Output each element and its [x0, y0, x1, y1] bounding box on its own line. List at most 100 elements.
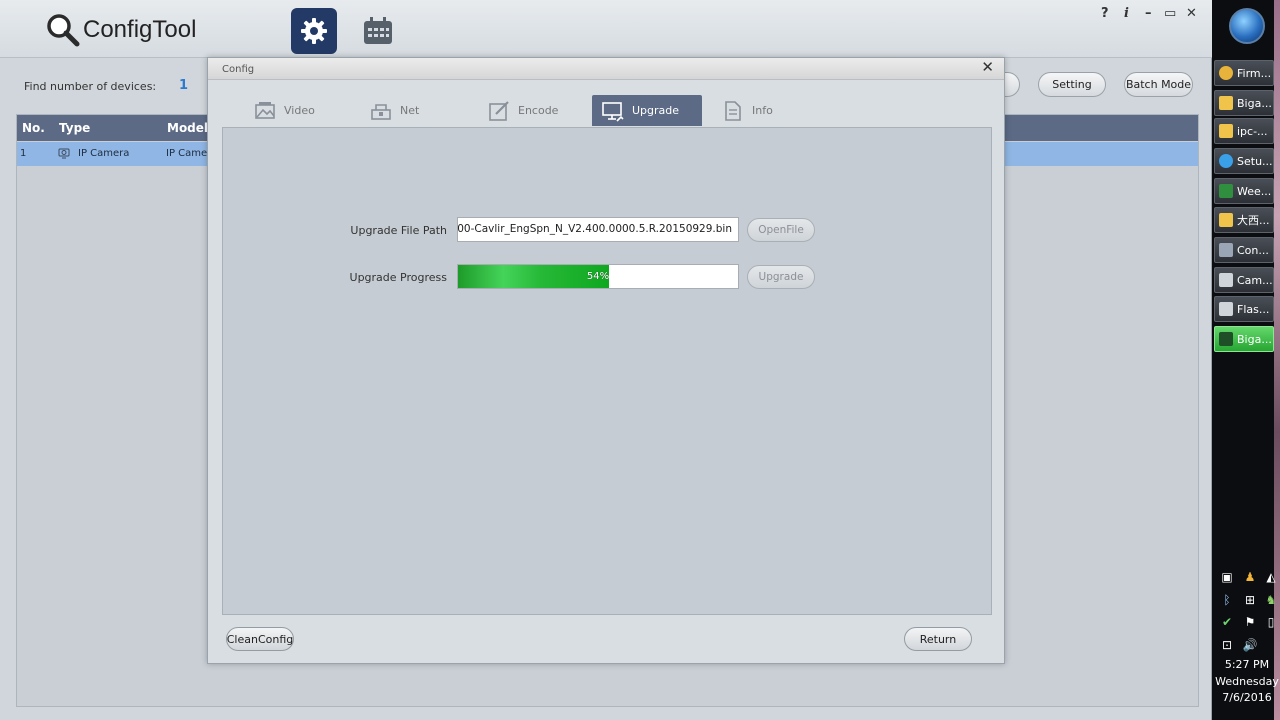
- schedule-nav-button[interactable]: [355, 8, 401, 54]
- tab-encode[interactable]: Encode: [488, 95, 598, 126]
- clock-time[interactable]: 5:27 PM: [1214, 658, 1280, 671]
- tab-info-label: Info: [752, 104, 773, 117]
- taskbar-item[interactable]: ipc-...: [1214, 118, 1274, 144]
- clock-date[interactable]: 7/6/2016: [1214, 691, 1280, 704]
- taskbar-item-label: ipc-...: [1237, 124, 1268, 138]
- taskbar-item-label: Con...: [1237, 243, 1269, 257]
- network-tray-icon[interactable]: ⊡: [1220, 638, 1234, 652]
- app-header: ConfigTool ? i – ▭ ✕: [0, 0, 1212, 58]
- calendar-icon: [364, 17, 392, 44]
- clock-day[interactable]: Wednesday: [1214, 675, 1280, 688]
- tray-window-icon[interactable]: ▣: [1220, 570, 1234, 584]
- upgrade-progress-label: Upgrade Progress: [349, 271, 447, 284]
- chrome-icon: [1219, 66, 1233, 80]
- tab-upgrade[interactable]: Upgrade: [592, 95, 702, 126]
- taskbar-item-label: Flas...: [1237, 302, 1270, 316]
- taskbar-item-label: Biga...: [1237, 96, 1272, 110]
- document-icon: [725, 100, 741, 121]
- network-icon: [371, 103, 391, 120]
- maximize-button[interactable]: ▭: [1164, 6, 1176, 21]
- excel-icon: [1219, 184, 1233, 198]
- app-title: ConfigTool: [83, 16, 197, 43]
- taskbar-item[interactable]: Biga...: [1214, 90, 1274, 116]
- taskbar-item[interactable]: Firm...: [1214, 60, 1274, 86]
- image-icon: [255, 101, 275, 119]
- taskbar-item-label: Setu...: [1237, 154, 1273, 168]
- volume-icon[interactable]: 🔊: [1243, 638, 1258, 652]
- monitor-upload-icon: [602, 101, 624, 122]
- app-logo: ConfigTool: [45, 12, 196, 48]
- windows-tray-icon[interactable]: ⊞: [1243, 593, 1257, 607]
- open-file-button[interactable]: OpenFile: [747, 218, 815, 242]
- bluetooth-icon[interactable]: ᛒ: [1220, 593, 1234, 607]
- minimize-button[interactable]: –: [1145, 6, 1152, 21]
- row-model: IP Camer: [166, 148, 212, 159]
- dialog-titlebar[interactable]: Config ✕: [208, 58, 1004, 80]
- taskbar-item[interactable]: Flas...: [1214, 296, 1274, 322]
- dialog-title: Config: [222, 64, 255, 75]
- taskbar-item[interactable]: Setu...: [1214, 148, 1274, 174]
- magnifier-logo-icon: [47, 14, 80, 47]
- taskbar-item-label: Cam...: [1237, 273, 1273, 287]
- column-header-type[interactable]: Type: [59, 121, 90, 135]
- config-dialog: Config ✕ Video Net Encode Upgrade Info U…: [207, 57, 1005, 664]
- tab-upgrade-label: Upgrade: [632, 104, 680, 117]
- camera-icon: [58, 148, 70, 159]
- folder-icon: [1219, 96, 1233, 110]
- ie-icon: [1219, 154, 1233, 168]
- tray-check-icon[interactable]: ✔: [1220, 615, 1234, 629]
- upgrade-panel: Upgrade File Path (4800-Cavlir_EngSpn_N_…: [222, 127, 992, 615]
- edit-icon: [489, 100, 509, 121]
- tray-android-icon[interactable]: ♞: [1264, 593, 1278, 607]
- taskbar-item-label: 大西...: [1237, 214, 1270, 227]
- device-count: 1: [179, 78, 189, 93]
- tab-video-label: Video: [284, 104, 315, 117]
- tray-device-icon[interactable]: ▯: [1264, 615, 1278, 629]
- upgrade-progress-bar: 54%: [457, 264, 739, 289]
- batch-mode-button[interactable]: Batch Mode: [1124, 72, 1193, 97]
- tab-encode-label: Encode: [518, 104, 559, 117]
- taskbar-item-label: Biga...: [1237, 332, 1272, 346]
- settings-nav-button[interactable]: [291, 8, 337, 54]
- info-button[interactable]: i: [1124, 6, 1129, 21]
- window-icon: [1219, 273, 1233, 287]
- upgrade-file-path-value: (4800-Cavlir_EngSpn_N_V2.400.0000.5.R.20…: [457, 223, 732, 235]
- taskbar-item[interactable]: 大西...: [1214, 207, 1274, 233]
- gear-icon: [301, 18, 327, 44]
- start-button[interactable]: [1229, 8, 1265, 44]
- tray-qq-icon[interactable]: ♟: [1243, 570, 1257, 584]
- window-icon: [1219, 302, 1233, 316]
- help-button[interactable]: ?: [1101, 6, 1109, 21]
- action-center-flag-icon[interactable]: ⚑: [1243, 615, 1257, 629]
- tray-shield-icon[interactable]: ◭: [1264, 570, 1278, 584]
- row-type: IP Camera: [78, 148, 130, 159]
- row-no: 1: [20, 148, 27, 159]
- setting-button[interactable]: Setting: [1038, 72, 1106, 97]
- tab-video[interactable]: Video: [254, 95, 364, 126]
- config-icon: [1219, 243, 1233, 257]
- upgrade-file-path-label: Upgrade File Path: [350, 224, 447, 237]
- column-header-no[interactable]: No.: [22, 121, 45, 135]
- folder-icon: [1219, 124, 1233, 138]
- column-header-model[interactable]: Model: [167, 121, 208, 135]
- progress-percent: 54%: [586, 271, 610, 282]
- tab-net-label: Net: [400, 104, 420, 117]
- upgrade-button[interactable]: Upgrade: [747, 265, 815, 289]
- app-icon: [1219, 332, 1233, 346]
- tab-net[interactable]: Net: [370, 95, 480, 126]
- dialog-close-button[interactable]: ✕: [981, 58, 994, 76]
- desktop-wallpaper-edge: [1274, 0, 1280, 720]
- taskbar-item[interactable]: Con...: [1214, 237, 1274, 263]
- taskbar-item[interactable]: Biga...: [1214, 326, 1274, 352]
- taskbar-item-label: Wee...: [1237, 184, 1272, 198]
- taskbar-item-label: Firm...: [1237, 66, 1272, 80]
- clean-config-button[interactable]: CleanConfig: [226, 627, 294, 651]
- tab-info[interactable]: Info: [722, 95, 822, 126]
- close-app-button[interactable]: ✕: [1186, 6, 1197, 21]
- folder-icon: [1219, 213, 1233, 227]
- find-devices-label: Find number of devices:: [24, 80, 157, 93]
- taskbar-item[interactable]: Cam...: [1214, 267, 1274, 293]
- return-button[interactable]: Return: [904, 627, 972, 651]
- upgrade-file-path-input[interactable]: (4800-Cavlir_EngSpn_N_V2.400.0000.5.R.20…: [457, 217, 739, 242]
- taskbar-item[interactable]: Wee...: [1214, 178, 1274, 204]
